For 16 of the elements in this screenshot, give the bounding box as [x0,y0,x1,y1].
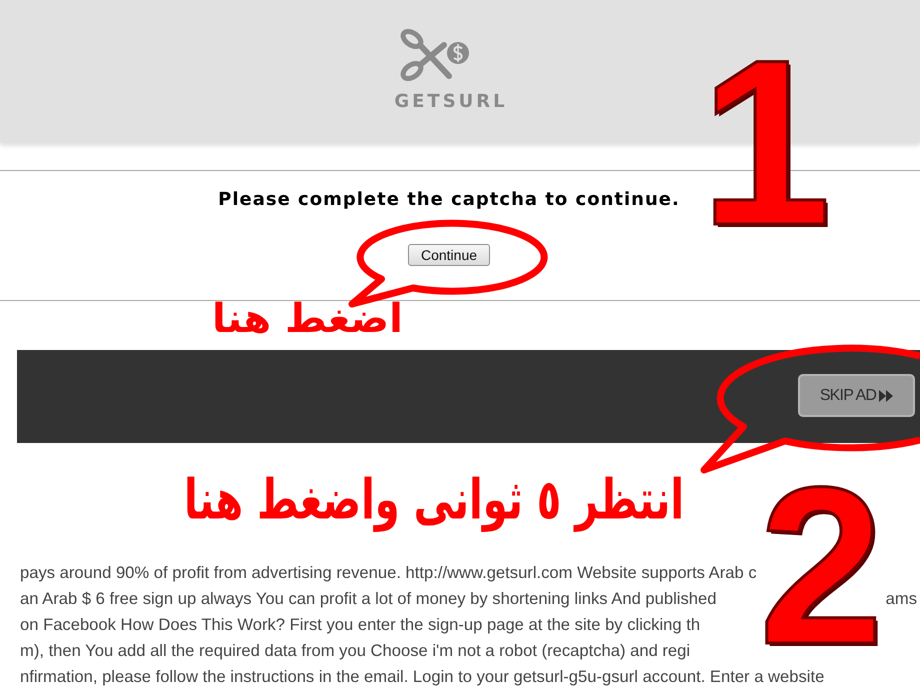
step-number: 1 [700,56,832,231]
fast-forward-icon [879,390,894,402]
article-text: an Arab $ 6 free sign up always You can profit a lot of money by shortening links And published [20,589,716,609]
step-number: 2 [759,484,884,650]
annotation-text: انتظر ٥ ثوانى واضغط هنا [184,468,684,534]
scissors-coin-icon [399,27,471,83]
article-text: m), then You add all the required data from you Choose i'm not a robot (recaptcha) and regi [20,641,690,661]
article-text: pays around 90% of profit from advertising revenue. http://www.getsurl.com Website supports Arab c [20,563,757,583]
article-text: on Facebook How Does This Work? First you enter the sign-up page at the site by clicking th [20,615,700,635]
continue-button[interactable]: Continue [408,244,490,266]
annotation-text: اضغط هنا [212,295,403,344]
article-text: nfirmation, please follow the instructions in the email. Login to your getsurl-g5u-gsurl account. Enter a website [20,667,824,687]
captcha-message: Please complete the captcha to continue. [218,189,680,211]
skip-ad-button[interactable]: SKIP AD [798,374,915,417]
article-text: ams [886,589,917,609]
logo-text: GETSURL [394,91,508,113]
